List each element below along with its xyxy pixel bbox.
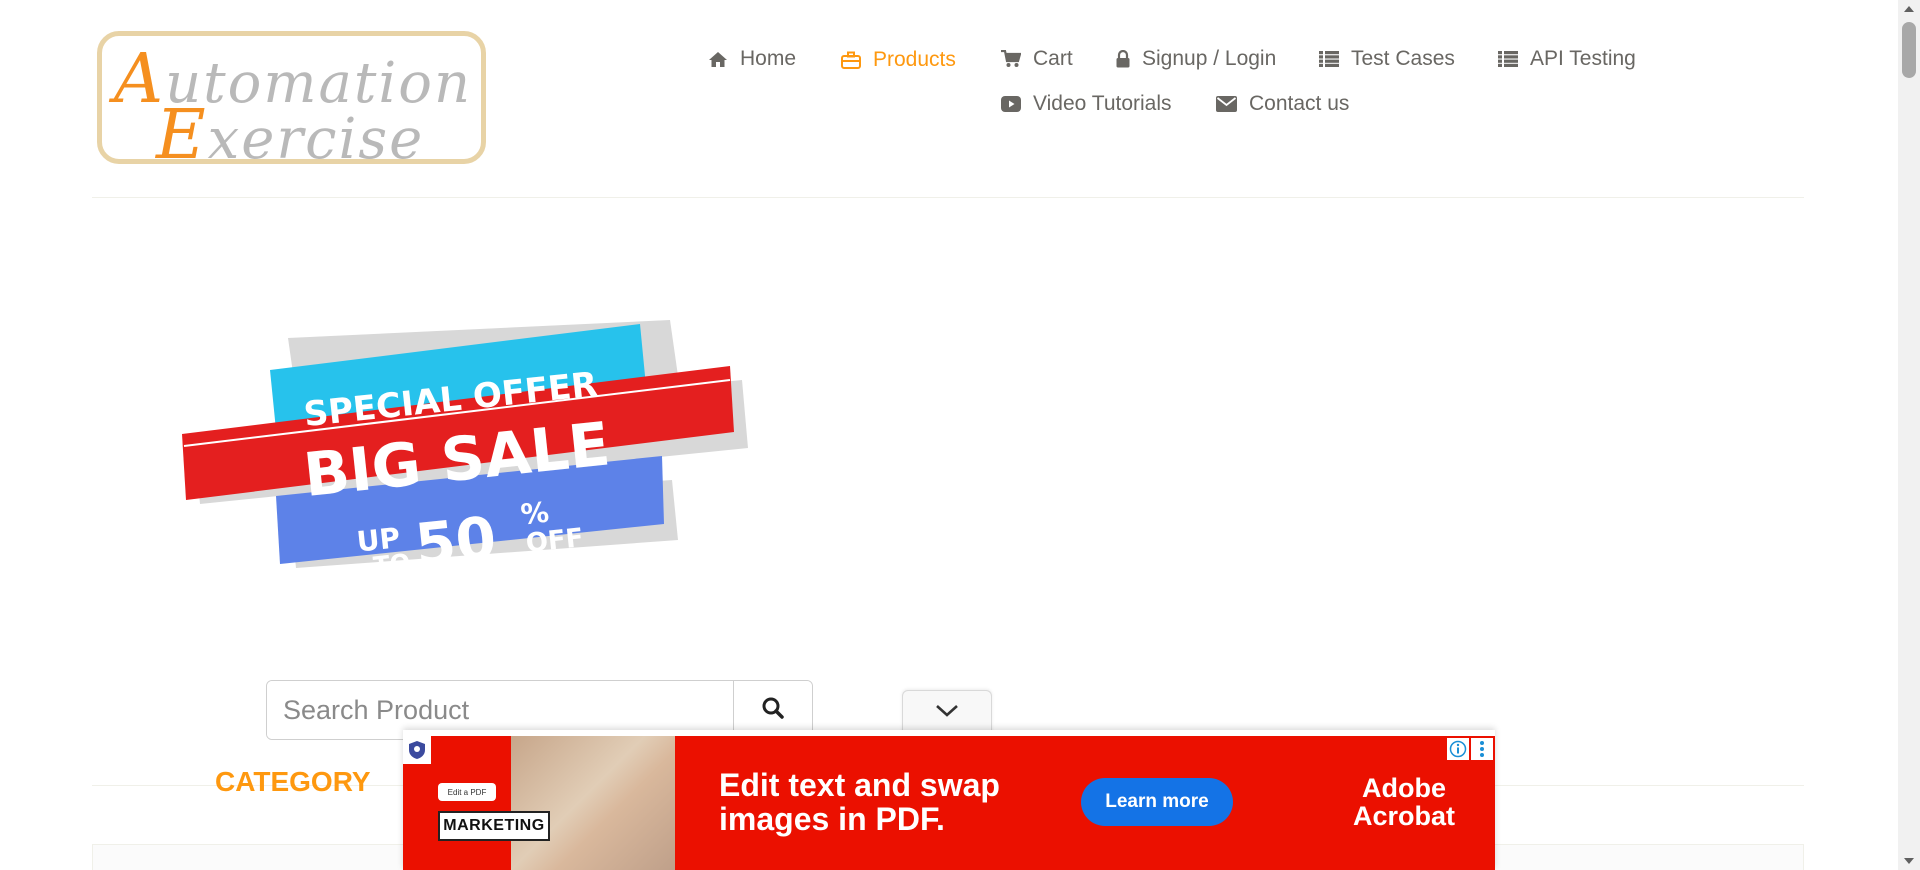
banner-off: OFF (524, 523, 584, 559)
nav-products-label: Products (873, 48, 956, 71)
scroll-up-arrow-icon[interactable] (1898, 0, 1920, 18)
envelope-icon (1216, 96, 1237, 112)
logo-line-2: Exercise (156, 96, 425, 175)
nav-contact-us-label: Contact us (1249, 92, 1350, 115)
nav-signup-login-label: Signup / Login (1142, 47, 1277, 70)
nav-cart-label: Cart (1033, 47, 1073, 70)
ad-photo (511, 736, 675, 870)
ad-privacy-icon[interactable] (403, 736, 431, 764)
page: Automation Exercise Home Products Cart S… (0, 0, 1898, 870)
vertical-scrollbar[interactable] (1898, 0, 1920, 870)
nav-test-cases-label: Test Cases (1351, 47, 1455, 70)
home-icon (708, 51, 728, 68)
nav-cart[interactable]: Cart (1001, 47, 1073, 71)
nav-api-testing[interactable]: API Testing (1498, 47, 1636, 71)
nav-contact-us[interactable]: Contact us (1216, 92, 1349, 116)
header-divider (92, 197, 1804, 198)
banner-to: TO (372, 548, 412, 580)
nav-video-tutorials[interactable]: Video Tutorials (1001, 92, 1172, 116)
list-icon (1498, 51, 1518, 67)
ad-marketing-badge: MARKETING (438, 811, 550, 841)
ad-collapse-tab[interactable] (902, 690, 992, 735)
scroll-thumb[interactable] (1902, 22, 1916, 78)
ad-brand: Adobe Acrobat (1353, 773, 1456, 831)
category-title: CATEGORY (215, 766, 371, 797)
briefcase-icon (841, 51, 861, 69)
nav-home-label: Home (740, 47, 797, 70)
ad-headline: Edit text and swap images in PDF. (719, 767, 1000, 837)
banner-value: 50 (412, 503, 499, 579)
sale-banner: SPECIAL OFFER BIG SALE UP TO 50 % OFF (178, 318, 760, 586)
search-icon (762, 697, 784, 724)
site-logo[interactable]: Automation Exercise (97, 31, 486, 175)
list-icon (1319, 51, 1339, 67)
nav-products[interactable]: Products (841, 48, 956, 72)
ad-more-options-icon[interactable] (1471, 738, 1493, 760)
chevron-down-icon (935, 704, 959, 723)
nav-api-testing-label: API Testing (1530, 47, 1636, 70)
lock-icon (1116, 50, 1130, 68)
nav-signup-login[interactable]: Signup / Login (1116, 47, 1276, 71)
cart-icon (1001, 50, 1021, 68)
scroll-down-arrow-icon[interactable] (1898, 852, 1920, 870)
nav-test-cases[interactable]: Test Cases (1319, 47, 1455, 71)
advertisement-banner[interactable]: Edit a PDF MARKETING Edit text and swap … (403, 730, 1495, 870)
youtube-play-icon (1001, 96, 1021, 112)
ad-info-icon[interactable] (1447, 738, 1469, 760)
nav-video-tutorials-label: Video Tutorials (1033, 92, 1172, 115)
ad-small-badge: Edit a PDF (438, 783, 496, 801)
nav-home[interactable]: Home (708, 47, 796, 71)
ad-learn-more-button[interactable]: Learn more (1081, 778, 1233, 826)
